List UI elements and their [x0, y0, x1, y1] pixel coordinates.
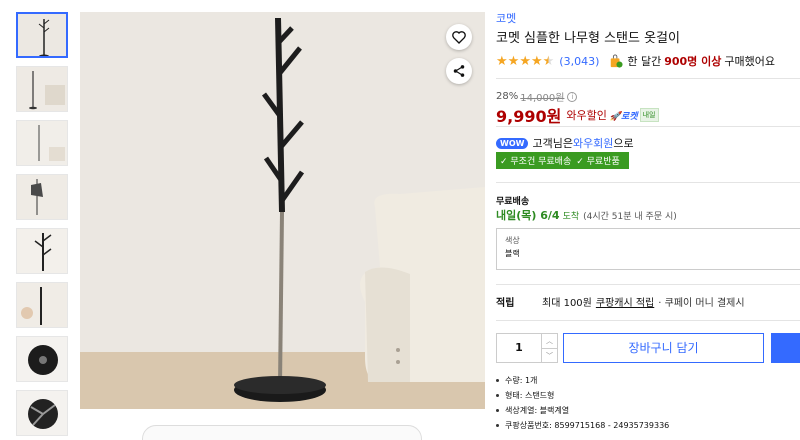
shopping-bag-icon [611, 54, 623, 68]
purchase-note: 한 달간 900명 이상 구매했어요 [609, 53, 775, 69]
coupang-cash-link[interactable]: 쿠팡캐시 적립 [596, 294, 654, 309]
option-selector[interactable]: 색상 블랙 [496, 228, 800, 270]
wow-discount-label: 와우할인 [566, 109, 607, 122]
purchase-count: 900명 이상 [664, 55, 722, 68]
info-icon[interactable]: i [567, 91, 578, 102]
price-row: 9,990원 와우할인 🚀로켓 내일 [496, 103, 659, 127]
heart-icon [452, 31, 466, 44]
points-amount: 최대 100원 [542, 298, 592, 309]
product-title: 코멧 심플한 나무형 스탠드 옷걸이 [496, 31, 680, 46]
thumbnail-8[interactable] [16, 390, 68, 436]
buy-now-button[interactable] [771, 333, 800, 363]
spec-item: 형태: 스탠드형 [496, 390, 669, 401]
points-title: 적립 [496, 298, 515, 309]
star-icon: ★ [530, 53, 543, 69]
divider [496, 284, 800, 285]
original-price: 14,000원 [520, 93, 565, 104]
rating-row: ★ ★ ★ ★ ★ (3,043) 한 달간 900명 이상 구매했어요 [496, 53, 775, 69]
wow-member-row: WOW 고객님은 와우회원 으로 [496, 135, 634, 151]
points-row: 적립 최대 100원 쿠팡캐시 적립 · 쿠페이 머니 결제시 [496, 294, 745, 309]
review-count[interactable]: (3,043) [559, 55, 599, 68]
spec-item: 수량: 1개 [496, 375, 669, 386]
order-deadline-note: (4시간 51분 내 주문 시) [583, 211, 677, 222]
thumbnail-list [16, 12, 68, 440]
spec-item: 색상계열: 블랙계열 [496, 405, 669, 416]
wow-member-link[interactable]: 와우회원 [573, 135, 613, 151]
divider [496, 78, 800, 79]
divider [496, 182, 800, 183]
wow-text-prefix: 고객님은 [532, 137, 573, 150]
purchase-prefix: 한 달간 [627, 55, 662, 68]
discount-rate: 28% [496, 91, 519, 102]
rocket-label: 로켓 [621, 111, 638, 122]
wow-badge: WOW [496, 137, 529, 149]
quantity-up-button[interactable]: ︿ [542, 334, 557, 349]
points-extra: · 쿠페이 머니 결제시 [658, 298, 745, 309]
thumbnail-3[interactable] [16, 120, 68, 166]
thumbnail-7[interactable] [16, 336, 68, 382]
option-value: 블랙 [505, 249, 520, 258]
free-return-badge: ✓ 무료반품 [576, 157, 620, 167]
purchase-suffix: 구매했어요 [724, 55, 775, 68]
wow-text-suffix: 으로 [613, 137, 634, 150]
half-star-icon: ★ [542, 53, 555, 69]
star-icon: ★ [519, 53, 531, 69]
brand-link[interactable]: 코멧 [496, 10, 516, 26]
shipping-label: 무료배송 [496, 197, 530, 207]
quantity-input[interactable]: 1 [497, 334, 541, 362]
promo-banner-partial [142, 425, 422, 440]
spec-list: 수량: 1개 형태: 스탠드형 색상계열: 블랙계열 쿠팡상품번호: 85997… [496, 375, 669, 435]
spec-item: 쿠팡상품번호: 8599715168 - 24935739336 [496, 420, 669, 431]
quantity-stepper: 1 ︿ ﹀ [496, 333, 558, 363]
benefit-badges: ✓ 무조건 무료배송 ✓ 무료반품 [496, 152, 629, 169]
sale-price: 9,990원 [496, 107, 562, 126]
free-shipping-badge: ✓ 무조건 무료배송 [500, 157, 572, 167]
add-to-cart-button[interactable]: 장바구니 담기 [563, 333, 764, 363]
option-label: 색상 [505, 236, 520, 245]
divider [496, 126, 800, 127]
main-product-image [80, 12, 485, 409]
share-icon [453, 65, 465, 77]
arrival-label: 도착 [562, 211, 580, 222]
divider [496, 320, 800, 321]
delivery-tag: 내일 [639, 108, 659, 122]
thumbnail-5[interactable] [16, 228, 68, 274]
thumbnail-6[interactable] [16, 282, 68, 328]
thumbnail-2[interactable] [16, 66, 68, 112]
wishlist-button[interactable] [446, 24, 472, 50]
star-icon: ★ [507, 53, 520, 69]
thumbnail-1[interactable] [16, 12, 68, 58]
star-rating[interactable]: ★ ★ ★ ★ ★ [496, 55, 554, 68]
quantity-arrows: ︿ ﹀ [541, 334, 557, 362]
rocket-delivery-icon: 🚀로켓 [609, 111, 638, 122]
shipping-date-row: 내일(목) 6/4 도착 (4시간 51분 내 주문 시) [496, 207, 677, 223]
star-icon: ★ [496, 53, 508, 69]
share-button[interactable] [446, 58, 472, 84]
quantity-down-button[interactable]: ﹀ [542, 349, 557, 363]
arrival-date: 내일(목) 6/4 [496, 209, 560, 222]
thumbnail-4[interactable] [16, 174, 68, 220]
discount-row: 28% 14,000원 i [496, 89, 578, 104]
